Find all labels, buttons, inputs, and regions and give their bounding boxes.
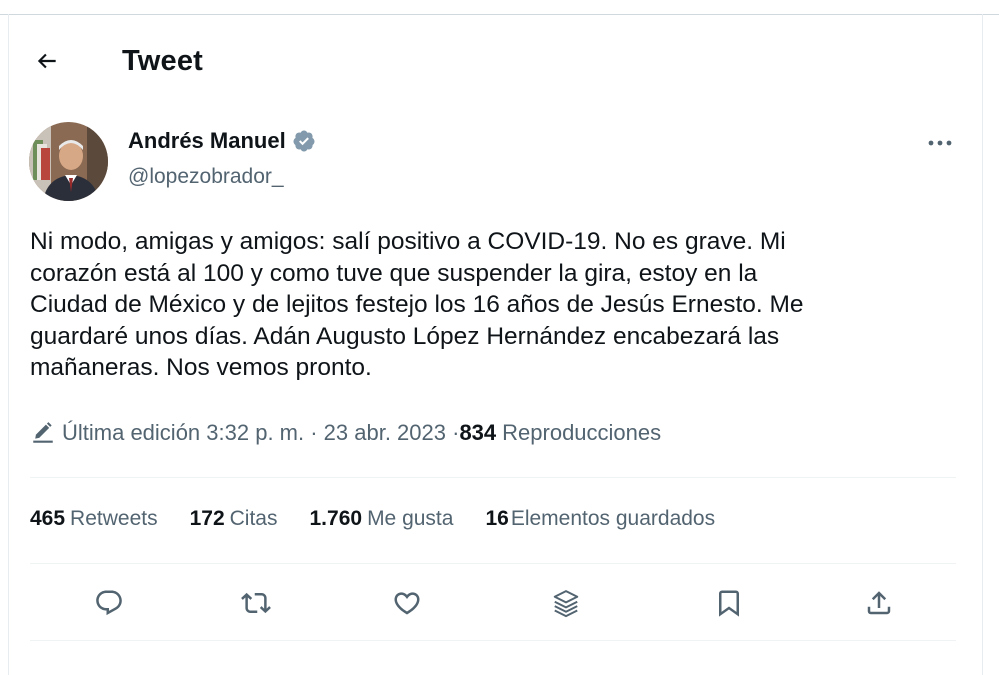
edit-timestamp[interactable]: Última edición 3:32 p. m. · 23 abr. 2023… bbox=[62, 420, 459, 446]
share-icon bbox=[867, 591, 891, 615]
retweets-label: Retweets bbox=[70, 507, 158, 530]
bookmarks-count: 16 bbox=[485, 507, 509, 530]
retweets-stat[interactable]: 465 Retweets bbox=[30, 507, 158, 531]
author-handle[interactable]: @lopezobrador_ bbox=[128, 165, 284, 189]
more-dots-icon bbox=[928, 140, 952, 146]
author-name-text: Andrés Manuel bbox=[128, 128, 286, 153]
retweets-count: 465 bbox=[30, 507, 66, 530]
likes-stat[interactable]: 1.760 Me gusta bbox=[310, 507, 454, 531]
share-button[interactable] bbox=[856, 580, 902, 626]
column-left-border bbox=[8, 14, 9, 675]
pencil-icon bbox=[33, 422, 53, 443]
avatar[interactable] bbox=[29, 122, 108, 201]
likes-label: Me gusta bbox=[367, 507, 454, 530]
action-bar bbox=[30, 580, 956, 626]
likes-count: 1.760 bbox=[309, 507, 363, 530]
divider-middle bbox=[30, 563, 956, 564]
page-title: Tweet bbox=[122, 44, 204, 77]
tweet-meta: Última edición 3:32 p. m. · 23 abr. 2023… bbox=[30, 420, 661, 446]
arrow-left-icon bbox=[37, 53, 56, 69]
author-name[interactable]: Andrés Manuel bbox=[128, 128, 316, 154]
back-button[interactable] bbox=[30, 44, 64, 78]
bookmark-button[interactable] bbox=[706, 580, 752, 626]
column-right-border bbox=[982, 14, 983, 675]
views-count: 834 bbox=[459, 420, 497, 445]
retweet-button[interactable] bbox=[233, 580, 279, 626]
bookmarks-label: Elementos guardados bbox=[510, 507, 716, 530]
divider-bottom bbox=[30, 640, 956, 641]
retweet-icon bbox=[241, 592, 271, 614]
stack-icon bbox=[553, 590, 579, 618]
views-label: Reproducciones bbox=[502, 420, 662, 445]
verified-badge-icon bbox=[293, 130, 315, 152]
bookmarks-stat[interactable]: 16 Elementos guardados bbox=[485, 507, 715, 531]
tweet-text: Ni modo, amigas y amigos: salí positivo … bbox=[30, 228, 804, 381]
quotes-count: 172 bbox=[189, 507, 225, 530]
more-options-button[interactable] bbox=[922, 128, 958, 158]
stack-button[interactable] bbox=[543, 580, 589, 626]
divider-top bbox=[30, 477, 956, 478]
tweet-stats: 465 Retweets 172 Citas 1.760 Me gusta 16… bbox=[30, 507, 715, 531]
page-header: Tweet bbox=[30, 38, 203, 84]
bookmark-icon bbox=[719, 590, 739, 617]
quotes-label: Citas bbox=[229, 507, 278, 530]
heart-icon bbox=[394, 592, 420, 615]
like-button[interactable] bbox=[384, 580, 430, 626]
reply-button[interactable] bbox=[86, 580, 132, 626]
avatar-image bbox=[29, 122, 108, 201]
quotes-stat[interactable]: 172 Citas bbox=[190, 507, 278, 531]
reply-icon bbox=[96, 590, 122, 616]
window-top-border bbox=[0, 14, 999, 15]
